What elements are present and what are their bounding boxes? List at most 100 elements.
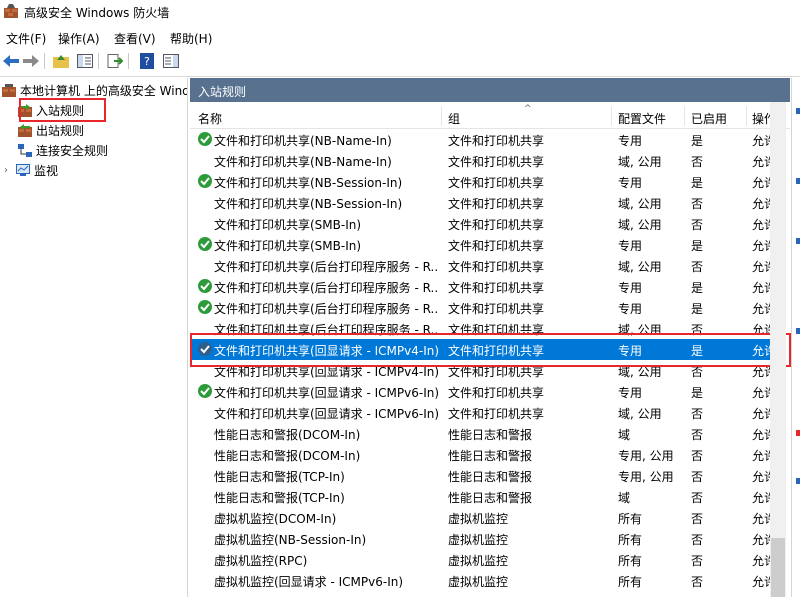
cell-name: 性能日志和警报(TCP-In) bbox=[214, 491, 345, 505]
firewall-computer-icon bbox=[2, 83, 16, 97]
tree-item-label: 连接安全规则 bbox=[36, 143, 109, 158]
cell-action: 允许 bbox=[752, 554, 770, 568]
menu-file[interactable]: 文件(F) bbox=[6, 30, 46, 47]
column-action[interactable]: 操作 bbox=[752, 110, 770, 127]
cell-name: 文件和打印机共享(回显请求 - ICMPv6-In) bbox=[214, 407, 438, 421]
table-row[interactable]: 文件和打印机共享(回显请求 - ICMPv6-In) 文件和打印机共享 专用 是 允许 bbox=[190, 381, 770, 402]
help-icon[interactable]: ? bbox=[138, 52, 156, 70]
table-row[interactable]: 文件和打印机共享(回显请求 - ICMPv6-In) 文件和打印机共享 域, 公用 否… bbox=[190, 402, 770, 423]
cell-action: 允许 bbox=[752, 407, 770, 421]
cell-name: 虚拟机监控(回显请求 - ICMPv6-In) bbox=[214, 575, 404, 589]
column-name[interactable]: 名称 bbox=[198, 110, 222, 127]
table-row[interactable]: 文件和打印机共享(NB-Name-In) 文件和打印机共享 域, 公用 否 允许 bbox=[190, 150, 770, 171]
table-row[interactable]: 性能日志和警报(TCP-In) 性能日志和警报 专用, 公用 否 允许 bbox=[190, 465, 770, 486]
cell-profile: 专用 bbox=[618, 176, 643, 190]
cell-profile: 所有 bbox=[618, 533, 643, 547]
actions-pane bbox=[791, 78, 800, 597]
menu-view[interactable]: 查看(V) bbox=[114, 30, 156, 47]
tree-item-monitor[interactable]: › 监视 bbox=[4, 160, 58, 180]
cell-enabled: 否 bbox=[691, 491, 704, 505]
cell-profile: 域, 公用 bbox=[618, 197, 662, 211]
toolbar-separator bbox=[128, 53, 129, 69]
cell-group: 文件和打印机共享 bbox=[448, 176, 545, 190]
export-list-icon[interactable] bbox=[106, 52, 124, 70]
action-marker bbox=[796, 238, 800, 244]
column-enabled[interactable]: 已启用 bbox=[691, 110, 727, 127]
cell-profile: 域 bbox=[618, 491, 631, 505]
chevron-right-icon[interactable]: › bbox=[4, 165, 16, 176]
menu-action[interactable]: 操作(A) bbox=[58, 30, 100, 47]
toolbar-separator bbox=[44, 53, 45, 69]
column-separator[interactable] bbox=[684, 106, 685, 126]
enabled-check-icon bbox=[198, 279, 212, 293]
scrollbar-thumb[interactable] bbox=[771, 538, 785, 597]
menu-help[interactable]: 帮助(H) bbox=[170, 30, 212, 47]
menu-bar: 文件(F) 操作(A) 查看(V) 帮助(H) bbox=[0, 26, 800, 48]
table-row[interactable]: 性能日志和警报(TCP-In) 性能日志和警报 域 否 允许 bbox=[190, 486, 770, 507]
tree-item-outbound-rules[interactable]: 出站规则 bbox=[18, 120, 84, 140]
cell-action: 允许 bbox=[752, 512, 770, 526]
column-separator[interactable] bbox=[611, 106, 612, 126]
cell-group: 性能日志和警报 bbox=[448, 428, 533, 442]
panel-title: 入站规则 bbox=[198, 85, 247, 99]
table-row[interactable]: 文件和打印机共享(NB-Session-In) 文件和打印机共享 域, 公用 否 允许 bbox=[190, 192, 770, 213]
cell-name: 文件和打印机共享(后台打印程序服务 - R... bbox=[214, 281, 438, 295]
table-row[interactable]: 虚拟机监控(RPC) 虚拟机监控 所有 否 允许 bbox=[190, 549, 770, 570]
cell-action: 允许 bbox=[752, 386, 770, 400]
table-row[interactable]: 文件和打印机共享(SMB-In) 文件和打印机共享 域, 公用 否 允许 bbox=[190, 213, 770, 234]
firewall-icon bbox=[4, 4, 18, 18]
cell-group: 文件和打印机共享 bbox=[448, 155, 545, 169]
tree-item-connection-security[interactable]: 连接安全规则 bbox=[18, 140, 108, 160]
vertical-scrollbar[interactable] bbox=[770, 102, 786, 597]
enabled-check-icon bbox=[198, 300, 212, 314]
title-bar: 高级安全 Windows 防火墙 bbox=[0, 0, 800, 24]
tree-root[interactable]: 本地计算机 上的高级安全 Wind bbox=[2, 80, 187, 100]
column-group[interactable]: 组 bbox=[448, 110, 460, 127]
cell-action: 允许 bbox=[752, 218, 770, 232]
cell-group: 文件和打印机共享 bbox=[448, 407, 545, 421]
cell-profile: 专用 bbox=[618, 302, 643, 316]
table-row[interactable]: 文件和打印机共享(NB-Name-In) 文件和打印机共享 专用 是 允许 bbox=[190, 129, 770, 150]
column-profile[interactable]: 配置文件 bbox=[618, 110, 666, 127]
cell-enabled: 是 bbox=[691, 302, 704, 316]
cell-enabled: 是 bbox=[691, 239, 704, 253]
cell-action: 允许 bbox=[752, 155, 770, 169]
table-row[interactable]: 文件和打印机共享(NB-Session-In) 文件和打印机共享 专用 是 允许 bbox=[190, 171, 770, 192]
cell-action: 允许 bbox=[752, 239, 770, 253]
cell-group: 文件和打印机共享 bbox=[448, 134, 545, 148]
window-title: 高级安全 Windows 防火墙 bbox=[24, 6, 170, 20]
action-pane-icon[interactable] bbox=[162, 52, 180, 70]
cell-profile: 所有 bbox=[618, 575, 643, 589]
cell-name: 文件和打印机共享(NB-Session-In) bbox=[214, 176, 403, 190]
cell-action: 允许 bbox=[752, 575, 770, 589]
cell-enabled: 否 bbox=[691, 260, 704, 274]
table-row[interactable]: 文件和打印机共享(SMB-In) 文件和打印机共享 专用 是 允许 bbox=[190, 234, 770, 255]
column-separator[interactable] bbox=[441, 106, 442, 126]
cell-action: 允许 bbox=[752, 449, 770, 463]
table-row[interactable]: 虚拟机监控(回显请求 - ICMPv6-In) 虚拟机监控 所有 否 允许 bbox=[190, 570, 770, 591]
action-marker bbox=[796, 108, 800, 114]
table-row[interactable]: 虚拟机监控(DCOM-In) 虚拟机监控 所有 否 允许 bbox=[190, 507, 770, 528]
toolbar-separator bbox=[98, 53, 99, 69]
table-row[interactable]: 文件和打印机共享(后台打印程序服务 - R... 文件和打印机共享 域, 公用 否 允许 bbox=[190, 255, 770, 276]
cell-enabled: 否 bbox=[691, 512, 704, 526]
cell-enabled: 是 bbox=[691, 134, 704, 148]
cell-group: 性能日志和警报 bbox=[448, 491, 533, 505]
table-row[interactable]: 虚拟机监控(NB-Session-In) 虚拟机监控 所有 否 允许 bbox=[190, 528, 770, 549]
table-row[interactable]: 性能日志和警报(DCOM-In) 性能日志和警报 专用, 公用 否 允许 bbox=[190, 444, 770, 465]
table-row[interactable]: 文件和打印机共享(后台打印程序服务 - R... 文件和打印机共享 专用 是 允许 bbox=[190, 276, 770, 297]
cell-profile: 所有 bbox=[618, 512, 643, 526]
enabled-check-icon bbox=[198, 237, 212, 251]
table-row[interactable]: 性能日志和警报(DCOM-In) 性能日志和警报 域 否 允许 bbox=[190, 423, 770, 444]
cell-action: 允许 bbox=[752, 260, 770, 274]
forward-icon[interactable] bbox=[22, 52, 40, 70]
table-row[interactable]: 文件和打印机共享(后台打印程序服务 - R... 文件和打印机共享 专用 是 允许 bbox=[190, 297, 770, 318]
enabled-check-icon bbox=[198, 132, 212, 146]
column-separator[interactable] bbox=[746, 106, 747, 126]
show-hide-tree-icon[interactable] bbox=[76, 52, 94, 70]
cell-profile: 域, 公用 bbox=[618, 407, 662, 421]
back-icon[interactable] bbox=[2, 52, 20, 70]
cell-group: 文件和打印机共享 bbox=[448, 386, 545, 400]
tree-item-label: 监视 bbox=[34, 163, 59, 178]
up-folder-icon[interactable] bbox=[52, 52, 70, 70]
